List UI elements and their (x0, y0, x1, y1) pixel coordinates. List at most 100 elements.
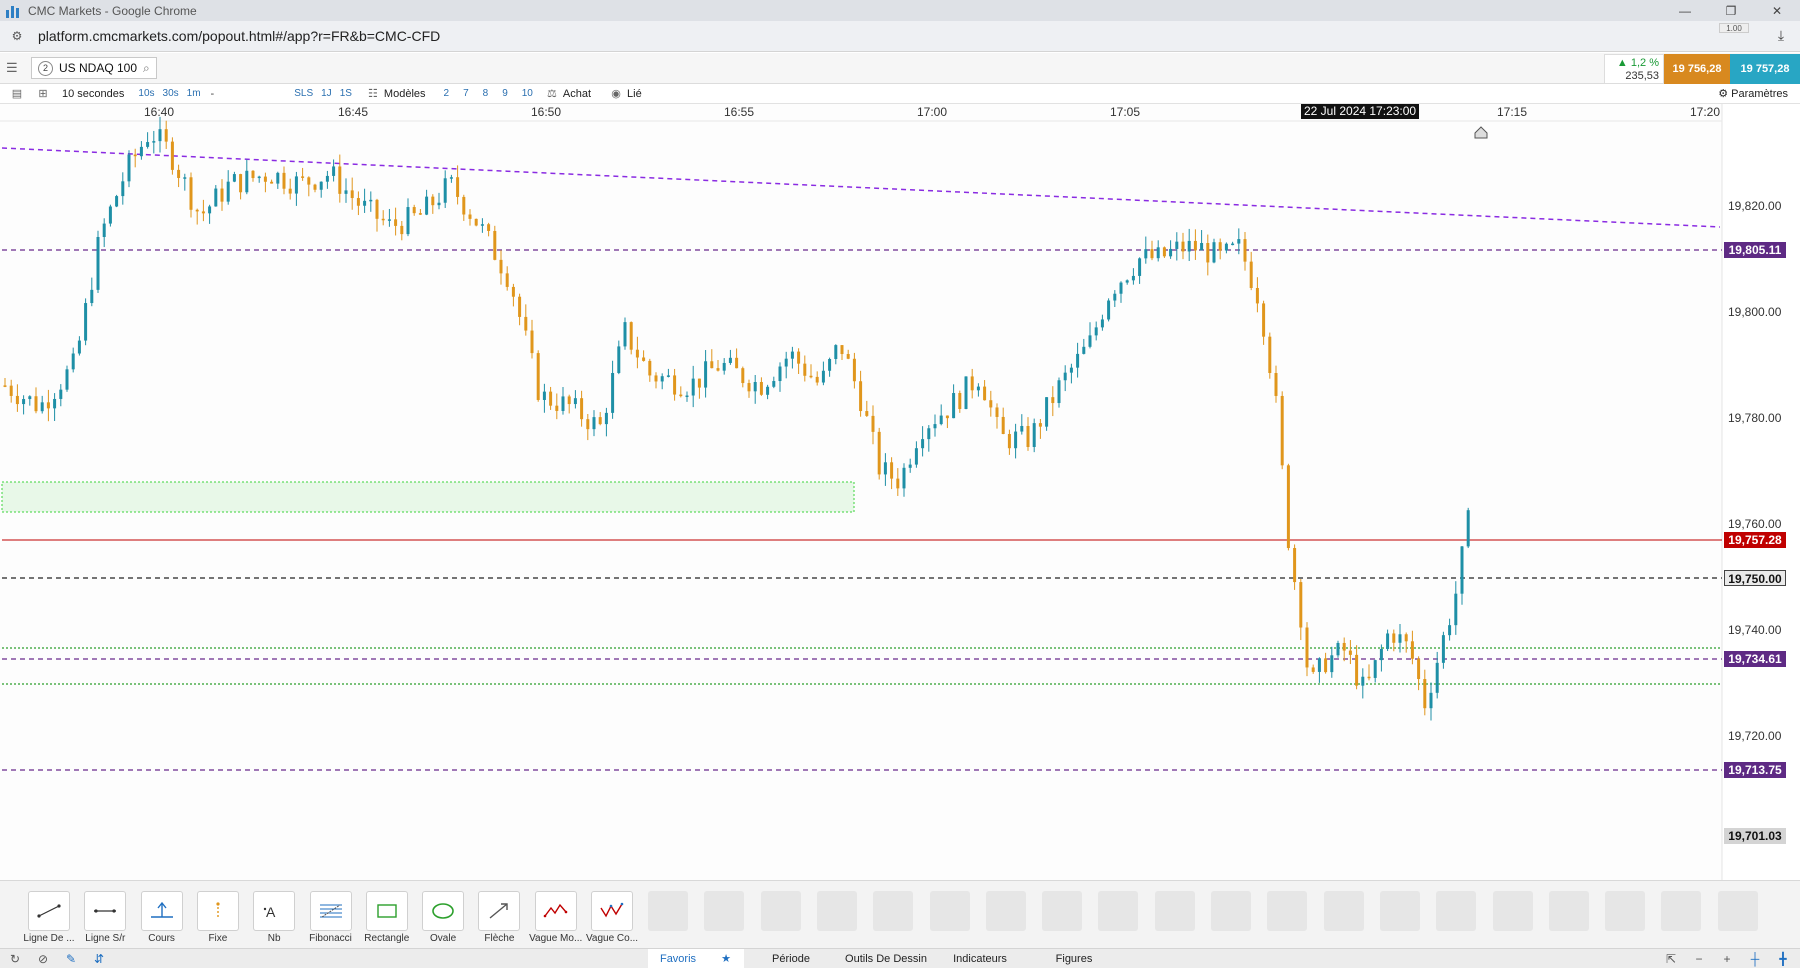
close-icon[interactable]: ✕ (1754, 0, 1800, 21)
settings-button[interactable]: ⚙ Paramètres (1718, 87, 1788, 100)
candle-body (1138, 258, 1142, 276)
empty-tool-slot[interactable] (1492, 891, 1533, 931)
sls-button[interactable]: SLS (294, 88, 313, 99)
spread-badge: 1.00 (1719, 23, 1749, 33)
download-icon[interactable]: ⤓ (1772, 27, 1790, 45)
interval-select[interactable]: 10 secondes (62, 88, 124, 100)
tab-period[interactable]: Période (746, 949, 836, 968)
tf-30s[interactable]: 30s (163, 88, 179, 99)
empty-tool-slot[interactable] (704, 891, 745, 931)
sell-price-button[interactable]: 19 756,28 (1664, 54, 1730, 84)
layout-8[interactable]: 8 (483, 88, 489, 99)
menu-icon[interactable]: ☰ (6, 61, 20, 75)
tool-rectangle[interactable] (365, 891, 408, 931)
crosshair-icon[interactable]: ┼ (1748, 952, 1762, 966)
tab-drawing-tools[interactable]: Outils De Dessin (838, 949, 934, 968)
empty-tool-slot[interactable] (1717, 891, 1758, 931)
buy-price-button[interactable]: 19 757,28 (1730, 54, 1800, 84)
candle-body (363, 200, 367, 206)
minimize-icon[interactable]: — (1662, 0, 1708, 21)
empty-tool-slot[interactable] (1154, 891, 1195, 931)
empty-tool-slot[interactable] (1211, 891, 1251, 931)
empty-tool-slot[interactable] (1379, 891, 1420, 931)
empty-tool-slot[interactable] (1267, 891, 1308, 931)
tool-oval[interactable] (422, 891, 465, 931)
candle-body (195, 209, 199, 212)
candle-body (1038, 423, 1042, 427)
buy-button[interactable]: Achat (563, 88, 591, 100)
candle-body (46, 402, 50, 409)
tool-fixed-line[interactable] (196, 891, 239, 931)
candle-body (282, 172, 286, 189)
candle-body (394, 219, 398, 226)
tool-label: Nb (267, 933, 281, 944)
refresh-icon[interactable]: ↻ (8, 952, 22, 966)
search-icon[interactable]: ⌕ (143, 61, 150, 76)
instrument-search[interactable]: 2 US NDAQ 100 ⌕ (31, 57, 157, 79)
candle-body (276, 172, 280, 184)
candle-body (387, 219, 391, 221)
layout-icon[interactable]: ⊞ (34, 87, 52, 101)
candle-body (1311, 667, 1315, 672)
candle-body (623, 322, 627, 347)
tool-horizontal-line[interactable] (84, 891, 127, 931)
period-1d[interactable]: 1J (321, 88, 332, 99)
empty-tool-slot[interactable] (929, 891, 970, 931)
pencil-icon[interactable]: ✎ (64, 952, 78, 966)
models-icon[interactable]: ☷ (364, 87, 382, 101)
tool-wave-corrective[interactable] (591, 891, 633, 931)
empty-tool-slot[interactable] (760, 891, 801, 931)
linked-button[interactable]: Lié (627, 88, 642, 100)
layout-10[interactable]: 10 (522, 88, 533, 99)
empty-tool-slot[interactable] (648, 891, 688, 931)
tab-figures[interactable]: Figures (1026, 949, 1122, 968)
list-icon[interactable]: ▤ (8, 87, 26, 101)
price-box: ▲ 1,2 % 235,53 19 756,28 19 757,28 (1604, 54, 1800, 84)
candle-body (59, 389, 63, 399)
empty-tool-slot[interactable] (985, 891, 1026, 931)
empty-tool-slot[interactable] (1098, 891, 1139, 931)
tf-1m[interactable]: 1m (187, 88, 201, 99)
tf-10s[interactable]: 10s (138, 88, 154, 99)
buy-icon[interactable]: ⚖ (543, 87, 561, 101)
empty-tool-slot[interactable] (873, 891, 914, 931)
empty-tool-slot[interactable] (1548, 891, 1589, 931)
magnet-icon[interactable]: ⇵ (92, 952, 106, 966)
tab-favorites[interactable]: Favoris (648, 949, 708, 968)
candle-body (170, 141, 174, 170)
layout-7[interactable]: 7 (463, 88, 469, 99)
chart-canvas[interactable] (0, 104, 1800, 880)
tool-text-note[interactable]: A (253, 891, 296, 931)
zoom-in-icon[interactable]: + (1720, 952, 1734, 966)
link-icon[interactable]: ◉ (607, 87, 625, 101)
fit-icon[interactable]: ⇱ (1664, 952, 1678, 966)
empty-tool-slot[interactable] (816, 891, 857, 931)
empty-tool-slot[interactable] (1323, 891, 1364, 931)
models-button[interactable]: Modèles (384, 88, 426, 100)
restore-icon[interactable]: ❐ (1708, 0, 1754, 21)
candle-body (115, 196, 119, 207)
period-1w[interactable]: 1S (340, 88, 352, 99)
expand-icon[interactable]: ╋ (1776, 952, 1790, 966)
price-chart[interactable]: 16:40 16:45 16:50 16:55 17:00 17:05 22 J… (0, 104, 1800, 880)
url-field[interactable]: platform.cmcmarkets.com/popout.html#/app… (38, 28, 440, 44)
candle-body (338, 166, 342, 194)
empty-tool-slot[interactable] (1661, 891, 1702, 931)
tool-price-line[interactable] (140, 891, 183, 931)
tool-fibonacci[interactable] (309, 891, 352, 931)
tf-more[interactable]: - (211, 88, 215, 100)
zoom-out-icon[interactable]: − (1692, 952, 1706, 966)
cancel-icon[interactable]: ⊘ (36, 952, 50, 966)
tool-trend-line[interactable] (28, 891, 70, 931)
candle-body (201, 211, 205, 214)
favorites-star-icon[interactable]: ★ (708, 949, 744, 968)
tool-wave-motive[interactable] (534, 891, 577, 931)
empty-tool-slot[interactable] (1042, 891, 1083, 931)
tool-arrow[interactable] (478, 891, 521, 931)
empty-tool-slot[interactable] (1605, 891, 1646, 931)
layout-2[interactable]: 2 (444, 88, 450, 99)
empty-tool-slot[interactable] (1436, 891, 1477, 931)
layout-9[interactable]: 9 (502, 88, 508, 99)
tab-indicators[interactable]: Indicateurs (936, 949, 1024, 968)
site-info-icon[interactable]: ⚙ (8, 27, 26, 45)
